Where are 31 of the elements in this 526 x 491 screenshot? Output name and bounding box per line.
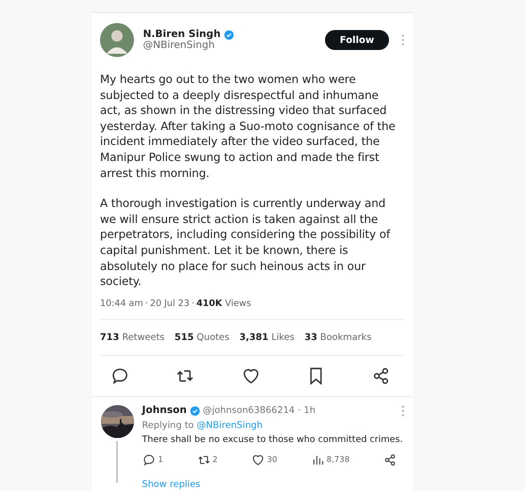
tweet-text: My hearts go out to the two women who were subjected to a deeply disrespectful and inhumane act, as shown in the distressing video that surfaced yesterday. After taking a Suo-moto cognisance of the incident immediately after the video surfaced, the Manipur Police swung to action and made the first arrest this morning.: [100, 72, 396, 182]
reply-age: 1h: [304, 405, 316, 416]
stat-link[interactable]: 3,381 Likes: [239, 332, 294, 343]
views-label: Views: [224, 298, 252, 309]
reply-icon[interactable]: [110, 366, 130, 386]
separator-dot: ·: [191, 298, 194, 309]
tweet-date[interactable]: 20 Jul 23: [150, 298, 190, 309]
account-handle[interactable]: @NBirenSingh: [143, 40, 325, 51]
action-count: 30: [267, 455, 278, 464]
reply-icon[interactable]: [142, 452, 156, 467]
reply-text: There shall be no excuse to those who committed crimes.: [142, 434, 404, 445]
action-count: 8,738: [326, 455, 350, 464]
replying-label: Replying to: [142, 420, 194, 431]
tweet-time[interactable]: 10:44 am: [100, 298, 144, 309]
separator-dot: ·: [298, 405, 301, 416]
stat-link[interactable]: 33 Bookmarks: [304, 332, 372, 343]
account-handle[interactable]: @johnson63866214: [202, 405, 295, 416]
stat-link[interactable]: 713 Retweets: [100, 332, 165, 343]
tweet-text: A thorough investigation is currently underway and we will ensure strict action is taken against all the perpetrators, including considering the possibility of capital punishment. Let it be known, there is absolutely no place for such heinous acts in our society.: [100, 196, 392, 290]
heart-icon[interactable]: [251, 452, 266, 467]
account-name[interactable]: N.Biren Singh: [143, 29, 221, 40]
account-name[interactable]: Johnson: [142, 405, 187, 416]
share-icon[interactable]: [382, 452, 397, 467]
action-count: 1: [158, 455, 164, 464]
action-count: 2: [212, 455, 218, 464]
follow-button[interactable]: Follow: [325, 30, 389, 50]
separator-dot: ·: [145, 298, 148, 309]
views-count: 410K: [196, 298, 222, 309]
share-icon[interactable]: [371, 366, 391, 386]
stat-link[interactable]: 515 Quotes: [174, 332, 230, 343]
avatar-icon[interactable]: [100, 23, 134, 57]
